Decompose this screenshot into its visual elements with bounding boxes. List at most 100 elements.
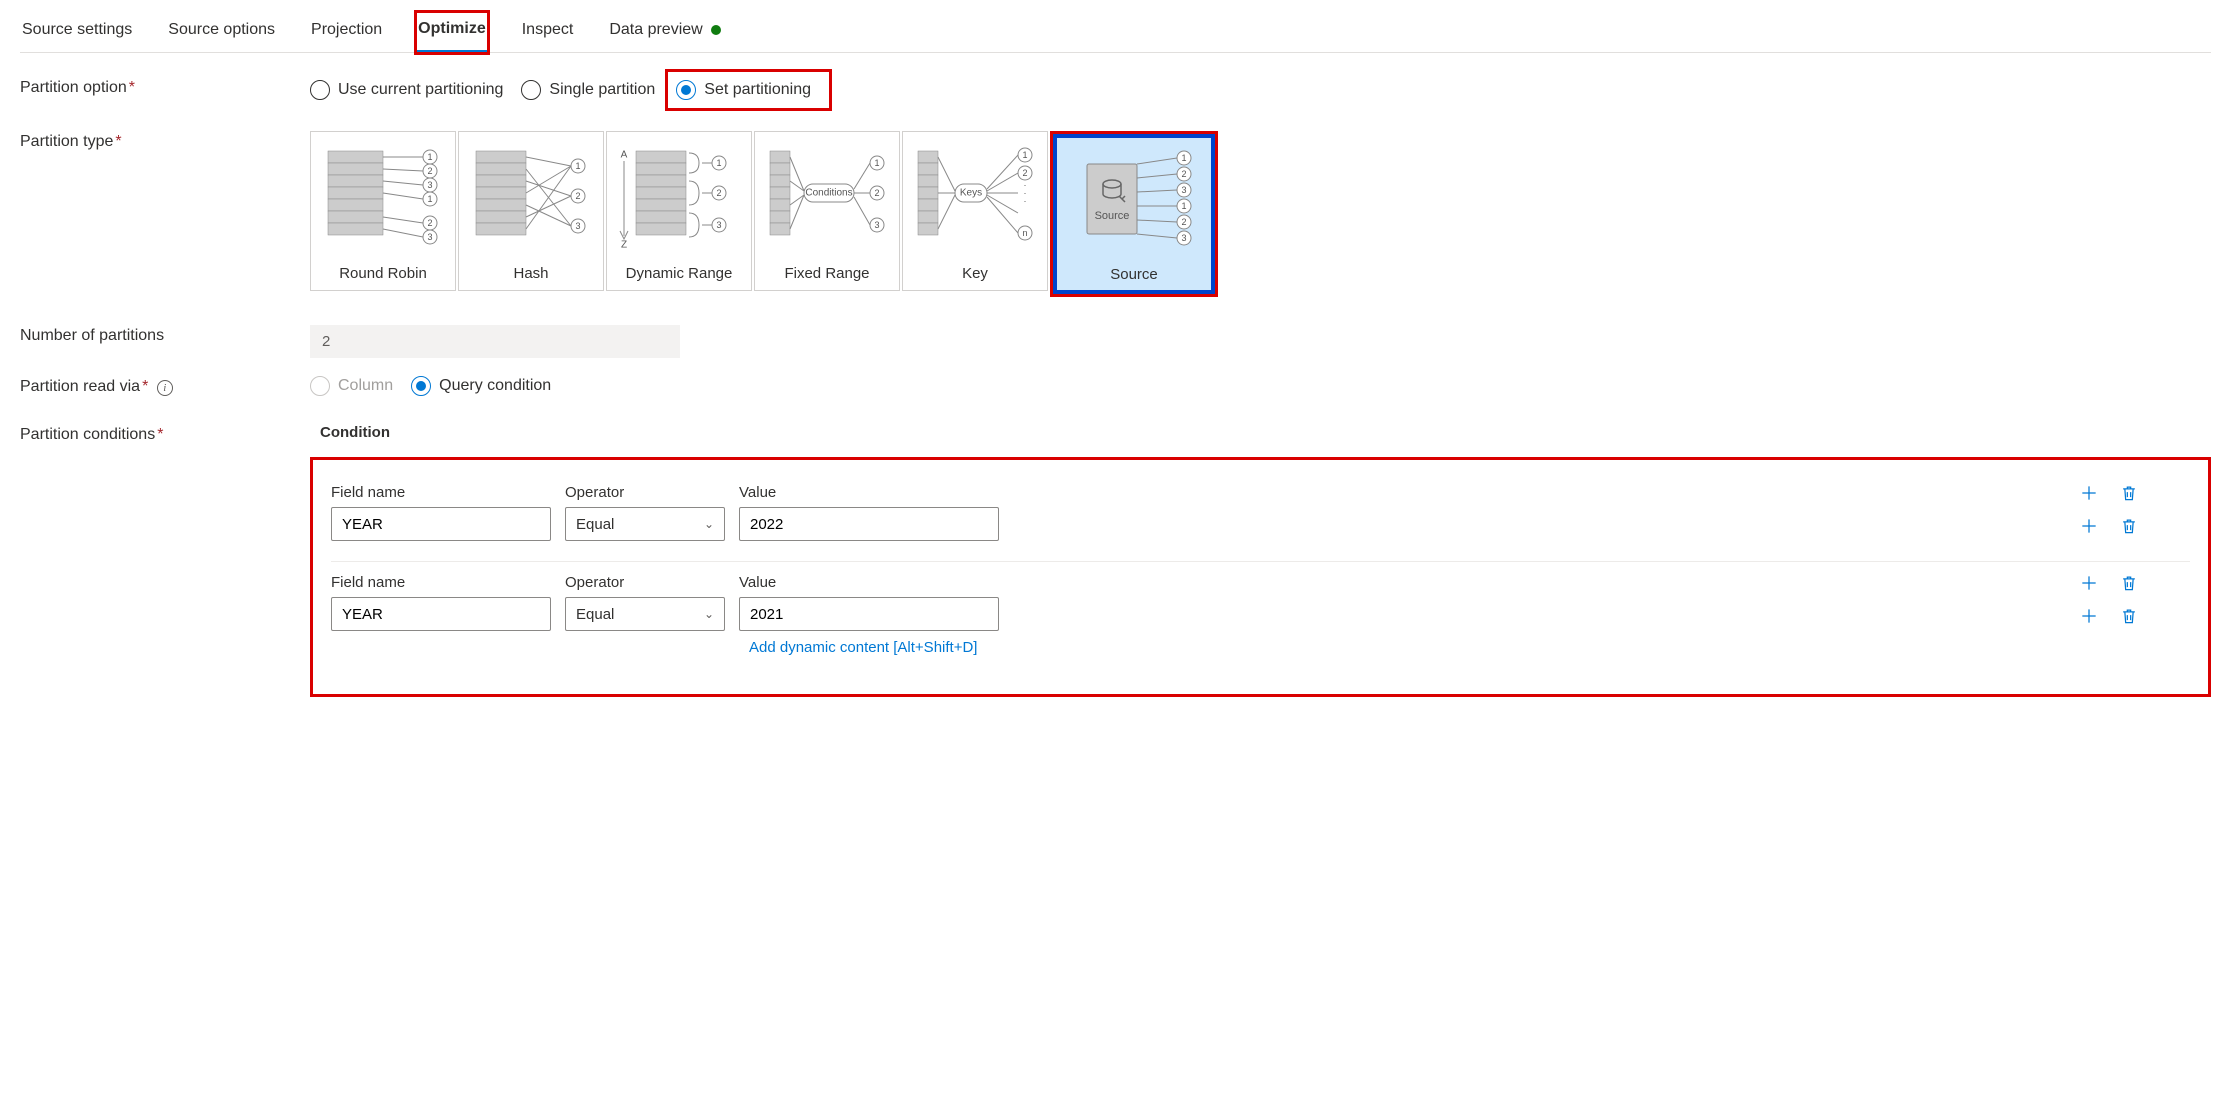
tab-optimize[interactable]: Optimize [416, 12, 488, 53]
svg-text:1: 1 [1181, 201, 1186, 211]
key-icon: Keys 1 2 ··· n [903, 132, 1047, 259]
field-name-input[interactable] [331, 597, 551, 631]
delete-condition-row-button[interactable] [2118, 605, 2140, 627]
operator-select[interactable]: Equal ⌄ [565, 597, 725, 631]
operator-label: Operator [565, 574, 725, 591]
delete-condition-row-button[interactable] [2118, 515, 2140, 537]
source-icon: Source 1 2 3 1 2 3 [1057, 138, 1211, 260]
tile-source[interactable]: Source 1 2 3 1 2 3 Source [1057, 138, 1211, 290]
hash-icon: 1 2 3 [459, 132, 603, 259]
num-partitions-label: Number of partitions [20, 325, 310, 345]
svg-text:3: 3 [1181, 233, 1186, 243]
info-icon[interactable]: i [157, 380, 173, 396]
radio-query-condition[interactable]: Query condition [411, 376, 551, 396]
svg-text:1: 1 [716, 158, 721, 168]
tab-data-preview[interactable]: Data preview [607, 12, 722, 52]
partition-type-label: Partition type* [20, 131, 310, 151]
add-dynamic-content-link[interactable]: Add dynamic content [Alt+Shift+D] [749, 639, 977, 656]
svg-text:Keys: Keys [960, 187, 982, 198]
tab-bar: Source settings Source options Projectio… [20, 12, 2211, 53]
delete-condition-group-button[interactable] [2118, 482, 2140, 504]
radio-set-partitioning[interactable]: Set partitioning [676, 80, 811, 100]
chevron-down-icon: ⌄ [704, 517, 714, 531]
tab-source-options[interactable]: Source options [166, 12, 277, 52]
tab-data-preview-label: Data preview [609, 21, 702, 39]
svg-text:2: 2 [427, 166, 432, 176]
svg-text:1: 1 [575, 161, 580, 171]
svg-text:A: A [621, 149, 628, 160]
value-input[interactable] [739, 507, 999, 541]
tile-round-robin[interactable]: 1 2 3 1 2 3 Round Robin [310, 131, 456, 291]
tab-projection[interactable]: Projection [309, 12, 384, 52]
add-condition-row-button[interactable] [2078, 605, 2100, 627]
operator-label: Operator [565, 484, 725, 501]
radio-use-current-partitioning[interactable]: Use current partitioning [310, 80, 503, 100]
svg-text:1: 1 [427, 152, 432, 162]
plus-icon [2079, 573, 2099, 593]
delete-condition-group-button[interactable] [2118, 572, 2140, 594]
tile-fixed-range[interactable]: Conditions 1 2 3 Fixed Range [754, 131, 900, 291]
partition-read-via-label: Partition read via* i [20, 376, 310, 396]
svg-text:2: 2 [716, 188, 721, 198]
round-robin-icon: 1 2 3 1 2 3 [311, 132, 455, 259]
svg-text:·: · [1024, 196, 1027, 206]
svg-text:Source: Source [1095, 210, 1130, 222]
svg-text:n: n [1022, 228, 1027, 238]
tile-dynamic-range[interactable]: A Z 1 2 3 Dynamic Range [606, 131, 752, 291]
condition-group: Field name Operator Equal ⌄ Value [331, 472, 2190, 562]
tab-source-settings[interactable]: Source settings [20, 12, 134, 52]
svg-text:3: 3 [427, 180, 432, 190]
add-condition-row-button[interactable] [2078, 515, 2100, 537]
svg-text:3: 3 [427, 232, 432, 242]
tab-inspect[interactable]: Inspect [520, 12, 576, 52]
plus-icon [2079, 606, 2099, 626]
field-name-label: Field name [331, 574, 551, 591]
radio-icon [521, 80, 541, 100]
partition-option-group: Use current partitioning Single partitio… [310, 77, 2211, 103]
svg-text:1: 1 [1022, 150, 1027, 160]
radio-icon [310, 80, 330, 100]
tile-hash[interactable]: 1 2 3 Hash [458, 131, 604, 291]
radio-column: Column [310, 376, 393, 396]
svg-text:1: 1 [1181, 153, 1186, 163]
value-input[interactable] [739, 597, 999, 631]
svg-text:3: 3 [575, 221, 580, 231]
partition-read-via-group: Column Query condition [310, 376, 2211, 396]
svg-text:2: 2 [575, 191, 580, 201]
fixed-range-icon: Conditions 1 2 3 [755, 132, 899, 259]
highlight-box: Source 1 2 3 1 2 3 Source [1050, 131, 1218, 297]
svg-text:3: 3 [874, 220, 879, 230]
radio-icon [411, 376, 431, 396]
svg-text:1: 1 [427, 194, 432, 204]
partition-conditions-label: Partition conditions* [20, 424, 310, 444]
plus-icon [2079, 516, 2099, 536]
chevron-down-icon: ⌄ [704, 607, 714, 621]
selection-outline: Source 1 2 3 1 2 3 Source [1053, 134, 1215, 294]
dynamic-range-icon: A Z 1 2 3 [607, 132, 751, 259]
radio-single-partition[interactable]: Single partition [521, 80, 655, 100]
tile-key[interactable]: Keys 1 2 ··· n Key [902, 131, 1048, 291]
add-condition-group-button[interactable] [2078, 572, 2100, 594]
svg-text:1: 1 [874, 158, 879, 168]
num-partitions-input [310, 325, 680, 358]
operator-select[interactable]: Equal ⌄ [565, 507, 725, 541]
highlight-box: Set partitioning [665, 69, 832, 111]
field-name-input[interactable] [331, 507, 551, 541]
svg-text:2: 2 [427, 218, 432, 228]
condition-group: Field name Operator Equal ⌄ Value [331, 562, 2190, 676]
conditions-highlight-box: Field name Operator Equal ⌄ Value [310, 457, 2211, 697]
value-label: Value [739, 484, 999, 501]
svg-text:Conditions: Conditions [805, 187, 852, 198]
add-condition-group-button[interactable] [2078, 482, 2100, 504]
radio-icon [676, 80, 696, 100]
plus-icon [2079, 483, 2099, 503]
trash-icon [2119, 483, 2139, 503]
field-name-label: Field name [331, 484, 551, 501]
trash-icon [2119, 606, 2139, 626]
trash-icon [2119, 573, 2139, 593]
condition-header: Condition [310, 424, 2211, 441]
svg-text:3: 3 [716, 220, 721, 230]
partition-type-tiles: 1 2 3 1 2 3 Round Robin [310, 131, 2211, 297]
svg-text:2: 2 [874, 188, 879, 198]
status-dot-icon [711, 25, 721, 35]
